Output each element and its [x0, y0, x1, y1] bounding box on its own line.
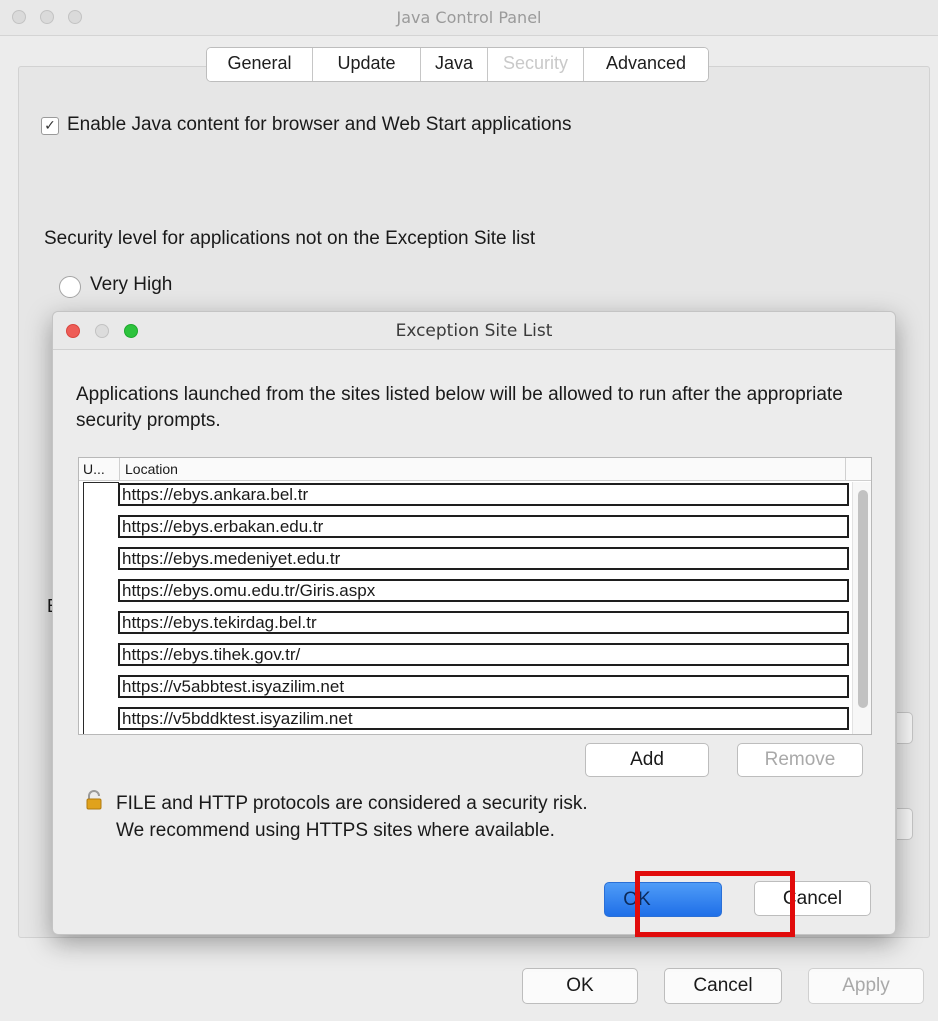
column-header-location[interactable]: Location	[125, 461, 178, 477]
site-row[interactable]: https://ebys.medeniyet.edu.tr	[118, 547, 849, 570]
table-header: U... Location	[79, 458, 871, 481]
dialog-title-bar: Exception Site List	[53, 312, 895, 350]
dialog-description: Applications launched from the sites lis…	[76, 384, 843, 431]
dialog-title: Exception Site List	[395, 321, 553, 341]
obscured-button-edge[interactable]	[897, 712, 913, 744]
site-row[interactable]: https://v5abbtest.isyazilim.net	[118, 675, 849, 698]
padlock-icon	[86, 790, 102, 810]
scrollbar-thumb[interactable]	[858, 490, 868, 708]
site-row[interactable]: https://ebys.tihek.gov.tr/	[118, 643, 849, 666]
tab-general[interactable]: General	[207, 48, 313, 81]
tab-java[interactable]: Java	[421, 48, 488, 81]
red-highlight-box	[635, 871, 795, 937]
enable-java-checkbox[interactable]: ✓	[41, 117, 59, 135]
site-row[interactable]: https://ebys.tekirdag.bel.tr	[118, 611, 849, 634]
exception-site-list-dialog: Exception Site List Applications launche…	[52, 311, 896, 935]
main-cancel-button[interactable]: Cancel	[664, 968, 782, 1004]
main-title-bar: Java Control Panel	[0, 0, 938, 36]
main-apply-button[interactable]: Apply	[808, 968, 924, 1004]
security-level-label: Security level for applications not on t…	[44, 228, 536, 249]
enable-java-label: Enable Java content for browser and Web …	[67, 114, 572, 135]
very-high-radio[interactable]	[59, 276, 81, 298]
table-scrollbar[interactable]	[852, 482, 871, 734]
column-header-u[interactable]: U...	[83, 461, 105, 477]
site-row[interactable]: https://ebys.ankara.bel.tr	[118, 483, 849, 506]
very-high-label: Very High	[90, 274, 173, 295]
exception-site-table: U... Location https://ebys.ankara.bel.tr…	[78, 457, 872, 735]
u-column-cells	[83, 482, 119, 734]
remove-site-button[interactable]: Remove	[737, 743, 863, 777]
site-row[interactable]: https://ebys.erbakan.edu.tr	[118, 515, 849, 538]
tab-security[interactable]: Security	[488, 48, 584, 81]
warning-line: We recommend using HTTPS sites where ava…	[116, 820, 555, 841]
column-divider	[119, 458, 120, 481]
add-site-button[interactable]: Add	[585, 743, 709, 777]
window-title: Java Control Panel	[396, 8, 542, 27]
column-divider	[845, 458, 846, 481]
site-row[interactable]: https://v5bddktest.isyazilim.net	[118, 707, 849, 730]
tab-update[interactable]: Update	[313, 48, 421, 81]
tab-advanced[interactable]: Advanced	[584, 48, 708, 81]
main-ok-button[interactable]: OK	[522, 968, 638, 1004]
security-warning: FILE and HTTP protocols are considered a…	[116, 790, 588, 844]
warning-line: FILE and HTTP protocols are considered a…	[116, 793, 588, 814]
site-row[interactable]: https://ebys.omu.edu.tr/Giris.aspx	[118, 579, 849, 602]
obscured-button-edge[interactable]	[897, 808, 913, 840]
tab-bar: General Update Java Security Advanced	[206, 47, 709, 82]
